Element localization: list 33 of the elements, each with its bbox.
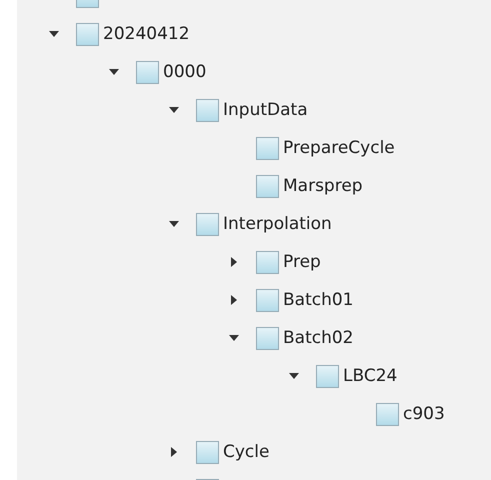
- node-icon: [256, 136, 279, 160]
- tree-item[interactable]: LBC24: [343, 366, 398, 386]
- tree-item[interactable]: Prep: [283, 252, 321, 272]
- node-icon: [136, 60, 159, 84]
- node-icon: [376, 402, 399, 426]
- node-icon: [256, 288, 279, 312]
- tree-item[interactable]: Batch02: [283, 328, 354, 348]
- tree-item[interactable]: Interpolation: [223, 214, 332, 234]
- expanded-arrow-icon[interactable]: [289, 373, 299, 379]
- node-icon: [316, 364, 339, 388]
- node-icon: [196, 98, 219, 122]
- node-icon: [256, 250, 279, 274]
- expanded-arrow-icon[interactable]: [109, 69, 119, 75]
- tree-item[interactable]: InputData: [223, 100, 308, 120]
- expanded-arrow-icon[interactable]: [229, 335, 239, 341]
- expanded-arrow-icon[interactable]: [169, 221, 179, 227]
- collapsed-arrow-icon[interactable]: [231, 295, 237, 305]
- expanded-arrow-icon[interactable]: [49, 31, 59, 37]
- node-icon: [76, 22, 99, 46]
- expanded-arrow-icon[interactable]: [169, 107, 179, 113]
- tree-item[interactable]: Cycle: [223, 442, 270, 462]
- tree-item[interactable]: Marsprep: [283, 176, 363, 196]
- tree-item[interactable]: 20240412: [103, 24, 190, 44]
- tree-item[interactable]: c903: [403, 404, 445, 424]
- tree-item[interactable]: 0000: [163, 62, 206, 82]
- tree-item[interactable]: PrepareCycle: [283, 138, 395, 158]
- node-icon: [196, 212, 219, 236]
- tree-item[interactable]: Batch01: [283, 290, 354, 310]
- node-icon: [256, 174, 279, 198]
- collapsed-arrow-icon[interactable]: [231, 257, 237, 267]
- node-icon: [196, 440, 219, 464]
- collapsed-arrow-icon[interactable]: [171, 447, 177, 457]
- node-icon: [256, 326, 279, 350]
